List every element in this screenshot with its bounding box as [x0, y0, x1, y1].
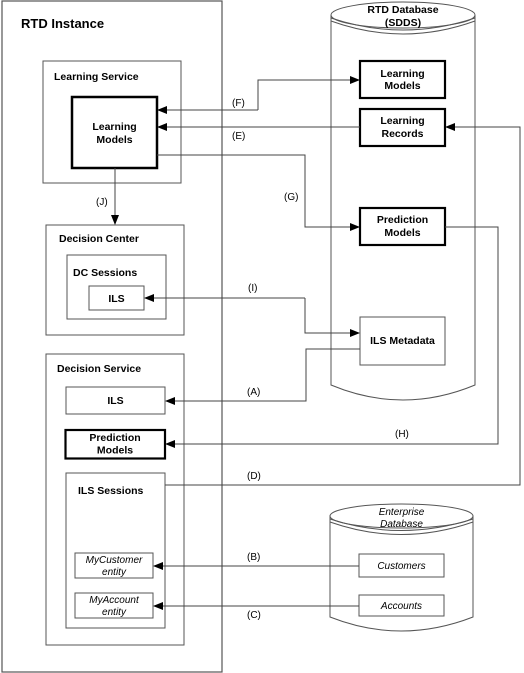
- label-c: (C): [247, 610, 261, 621]
- my-account-entity-label: MyAccount: [89, 595, 140, 606]
- db-prediction-models-label: Prediction: [377, 214, 428, 226]
- dc-sessions-title: DC Sessions: [73, 267, 137, 279]
- label-a: (A): [247, 387, 260, 398]
- customers-label: Customers: [377, 561, 425, 572]
- decision-service-title: Decision Service: [57, 363, 141, 375]
- label-h: (H): [395, 429, 409, 440]
- rtd-database-title: RTD Database: [367, 4, 438, 16]
- db-learning-models-label: Learning: [380, 68, 424, 80]
- label-e: (E): [232, 131, 245, 142]
- rtd-database-title: (SDDS): [385, 17, 421, 29]
- db-prediction-models-label: Models: [384, 227, 420, 239]
- connector-h: [165, 226, 499, 448]
- enterprise-database-title: Enterprise: [379, 507, 425, 518]
- label-b: (B): [247, 552, 260, 563]
- connector-f: [257, 76, 360, 110]
- learning-models-label: Learning: [92, 121, 136, 133]
- ds-prediction-models-label: Prediction: [89, 432, 140, 444]
- label-f: (F): [232, 98, 245, 109]
- my-customer-entity-label: MyCustomer: [86, 555, 143, 566]
- accounts-label: Accounts: [380, 601, 422, 612]
- label-j: (J): [96, 197, 108, 208]
- dc-ils-label: ILS: [108, 293, 124, 305]
- label-i: (I): [248, 283, 257, 294]
- connector-i-to-metadata: [304, 298, 360, 337]
- learning-service-title: Learning Service: [54, 71, 139, 83]
- ils-sessions-title: ILS Sessions: [78, 485, 144, 497]
- label-g: (G): [284, 192, 298, 203]
- db-learning-records-label: Records: [381, 128, 423, 140]
- label-d: (D): [247, 471, 261, 482]
- connector-d: [165, 123, 521, 486]
- db-learning-records-label: Learning: [380, 115, 424, 127]
- decision-center-title: Decision Center: [59, 233, 139, 245]
- db-learning-models-label: Models: [384, 80, 420, 92]
- ds-ils-label: ILS: [107, 395, 123, 407]
- learning-models-label: Models: [96, 134, 132, 146]
- rtd-instance-title: RTD Instance: [21, 16, 104, 31]
- my-account-entity-label: entity: [102, 607, 127, 618]
- architecture-diagram: RTD Instance Learning Service Learning M…: [1, 0, 521, 673]
- dc-sessions-box: [66, 254, 167, 320]
- connector-g: [157, 154, 360, 231]
- my-customer-entity-label: entity: [102, 567, 127, 578]
- ils-metadata-label: ILS Metadata: [370, 335, 435, 347]
- enterprise-database-title: Database: [380, 519, 423, 530]
- ds-prediction-models-label: Models: [97, 445, 133, 457]
